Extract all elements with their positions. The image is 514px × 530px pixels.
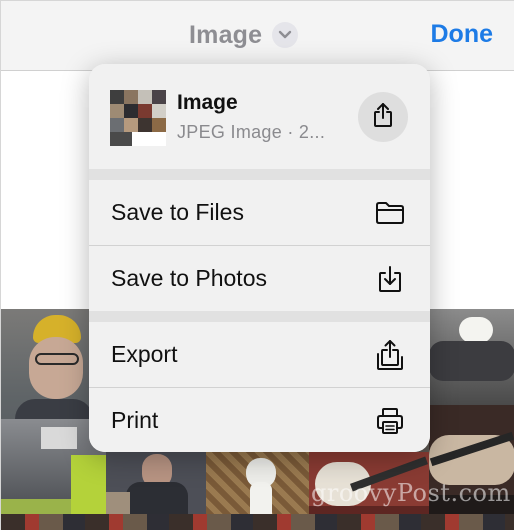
folder-icon	[374, 197, 406, 229]
chevron-down-icon[interactable]	[272, 22, 299, 48]
save-to-files-item[interactable]: Save to Files	[89, 180, 430, 245]
share-menu: Image JPEG Image · 2... Save to Files Sa…	[89, 64, 430, 452]
menu-item-label: Print	[111, 407, 159, 433]
nav-title[interactable]: Image	[189, 21, 262, 50]
photo-tile	[1, 514, 514, 530]
done-button[interactable]: Done	[431, 20, 494, 49]
save-to-photos-item[interactable]: Save to Photos	[89, 246, 430, 311]
file-subtitle: JPEG Image · 2...	[177, 122, 326, 142]
printer-icon	[374, 405, 406, 437]
share-icon	[372, 102, 394, 133]
menu-item-label: Save to Photos	[111, 265, 267, 291]
menu-header: Image JPEG Image · 2...	[89, 64, 430, 169]
menu-item-label: Export	[111, 341, 178, 367]
share-button[interactable]	[358, 92, 408, 142]
export-item[interactable]: Export	[89, 322, 430, 387]
group-separator	[89, 169, 430, 180]
navigation-bar: Image Done	[1, 1, 514, 71]
group-separator	[89, 311, 430, 322]
watermark: groovyPost.com	[311, 479, 511, 507]
title-menu[interactable]: Image	[189, 19, 299, 51]
export-icon	[374, 339, 406, 371]
file-title: Image	[177, 91, 238, 114]
photo-tile	[429, 309, 514, 405]
save-to-photos-icon	[374, 263, 406, 295]
image-thumbnail	[110, 90, 166, 146]
menu-item-label: Save to Files	[111, 199, 244, 225]
photo-tile	[429, 405, 514, 530]
print-item[interactable]: Print	[89, 388, 430, 452]
